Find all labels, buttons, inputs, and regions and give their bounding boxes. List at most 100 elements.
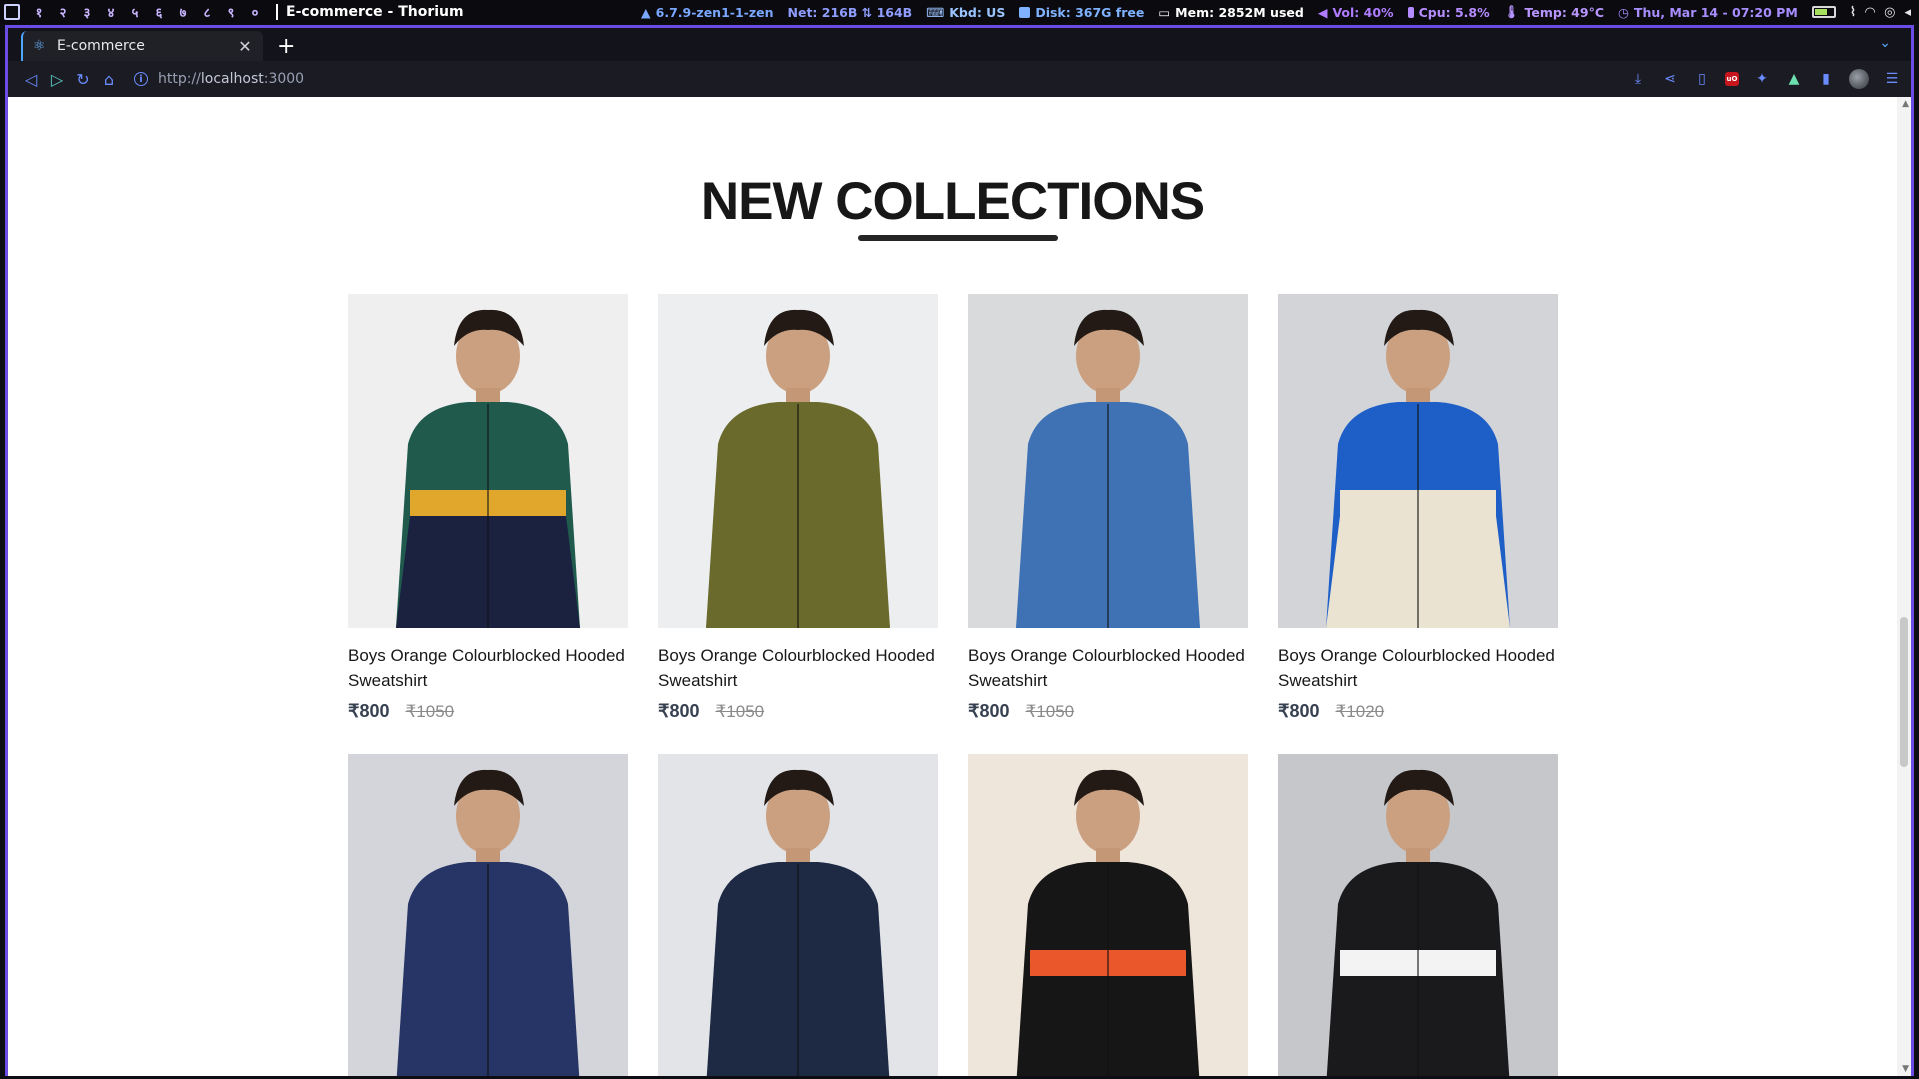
kid-figure-illustration — [396, 309, 580, 628]
tab-strip: ⚛ E-commerce ✕ + ⌄ — [8, 28, 1911, 61]
kernel-stat: ▲ 6.7.9-zen1-1-zen — [641, 5, 773, 20]
home-icon[interactable]: ⌂ — [96, 66, 122, 92]
active-window-title: E-commerce - Thorium — [286, 4, 464, 20]
product-image[interactable] — [348, 294, 628, 628]
workspace-3[interactable]: ३ — [80, 3, 94, 21]
side-panel-icon[interactable]: ▮ — [1817, 70, 1835, 88]
kbd-label: Kbd: US — [949, 4, 1006, 20]
bell-muted-icon[interactable]: ◎ — [1884, 5, 1895, 20]
kid-figure-illustration — [706, 769, 890, 1076]
ublock-origin-icon[interactable]: uO — [1725, 72, 1739, 86]
product-image[interactable] — [658, 754, 938, 1076]
product-card[interactable]: Boys Orange Colourblocked Hooded Sweatsh… — [968, 294, 1248, 722]
product-name[interactable]: Boys Orange Colourblocked Hooded Sweatsh… — [348, 643, 628, 693]
old-price: ₹1050 — [715, 702, 765, 721]
system-tray: ⌇ ◠ ◎ ◂ — [1850, 5, 1911, 20]
workspace-5[interactable]: ५ — [128, 3, 142, 21]
scroll-down-icon[interactable]: ▼ — [1902, 1064, 1909, 1074]
product-card[interactable]: Boys Orange Colourblocked Hooded Sweatsh… — [1278, 294, 1558, 722]
navigation-toolbar: ◁ ▷ ↻ ⌂ i http://localhost:3000 ⤓ ⋖ ▯ uO… — [8, 61, 1911, 97]
paperclip-icon[interactable]: ⌇ — [1850, 5, 1856, 20]
menu-icon[interactable]: ☰ — [1883, 70, 1901, 88]
product-card[interactable]: Boys Orange Colourblocked Hooded Sweatsh… — [348, 294, 628, 722]
datetime-label: Thu, Mar 14 - 07:20 PM — [1633, 4, 1798, 20]
workspace-4[interactable]: ४ — [104, 3, 118, 21]
close-tab-icon[interactable]: ✕ — [237, 37, 253, 56]
address-bar[interactable]: i http://localhost:3000 — [134, 71, 304, 87]
arch-icon: ▲ — [641, 4, 651, 20]
clock-icon: ◷ — [1618, 4, 1629, 20]
product-prices: ₹800 ₹1050 — [968, 701, 1248, 722]
product-image[interactable] — [658, 294, 938, 628]
share-icon[interactable]: ⋖ — [1661, 70, 1679, 88]
product-prices: ₹800 ₹1020 — [1278, 701, 1558, 722]
product-card[interactable] — [968, 754, 1248, 1076]
product-grid: Boys Orange Colourblocked Hooded Sweatsh… — [348, 294, 1562, 1076]
old-price: ₹1050 — [405, 702, 455, 721]
page-viewport: NEW COLLECTIONS Boys Orange Colourblocke… — [8, 97, 1911, 1076]
product-name[interactable]: Boys Orange Colourblocked Hooded Sweatsh… — [658, 643, 938, 693]
product-name[interactable]: Boys Orange Colourblocked Hooded Sweatsh… — [968, 643, 1248, 693]
workspace-8[interactable]: ८ — [200, 3, 214, 21]
bookmark-icon[interactable]: ▯ — [1693, 70, 1711, 88]
volume-icon: ◀ — [1317, 4, 1328, 20]
workspace-6[interactable]: ६ — [152, 3, 166, 21]
disk-icon — [1019, 6, 1031, 18]
product-card[interactable]: Boys Orange Colourblocked Hooded Sweatsh… — [658, 294, 938, 722]
workspace-1[interactable]: १ — [32, 3, 46, 21]
tab-list-chevron-icon[interactable]: ⌄ — [1879, 35, 1891, 51]
clock-stat[interactable]: ◷ Thu, Mar 14 - 07:20 PM — [1618, 5, 1798, 20]
workspace-2[interactable]: २ — [56, 3, 70, 21]
scrollbar-thumb[interactable] — [1900, 617, 1908, 767]
product-image[interactable] — [348, 754, 628, 1076]
product-name[interactable]: Boys Orange Colourblocked Hooded Sweatsh… — [1278, 643, 1558, 693]
workspace-7[interactable]: ७ — [176, 3, 190, 21]
battery-icon[interactable] — [1811, 6, 1836, 18]
kid-figure-illustration — [396, 769, 580, 1076]
wifi-icon[interactable]: ◠ — [1865, 5, 1875, 20]
scroll-up-icon[interactable]: ▲ — [1902, 99, 1909, 109]
url-text: http://localhost:3000 — [158, 71, 304, 87]
mem-label: Mem: 2852M used — [1175, 4, 1304, 20]
mem-stat: ▭ Mem: 2852M used — [1158, 5, 1303, 20]
cpu-icon — [1407, 6, 1414, 18]
product-image[interactable] — [968, 754, 1248, 1076]
new-price: ₹800 — [658, 701, 700, 721]
flask-icon[interactable]: ▲ — [1785, 70, 1803, 88]
disk-label: Disk: 367G free — [1035, 4, 1145, 20]
product-image[interactable] — [1278, 754, 1558, 1076]
kid-figure-illustration — [1016, 309, 1200, 628]
tab-label: E-commerce — [57, 38, 145, 54]
product-image[interactable] — [1278, 294, 1558, 628]
product-card[interactable] — [348, 754, 628, 1076]
kid-figure-illustration — [1016, 769, 1200, 1076]
speaker-icon[interactable]: ◂ — [1904, 5, 1911, 20]
product-prices: ₹800 ₹1050 — [658, 701, 938, 722]
kid-figure-illustration — [1326, 309, 1510, 628]
page-scrollbar[interactable]: ▲ ▼ — [1897, 97, 1911, 1076]
tab-ecommerce[interactable]: ⚛ E-commerce ✕ — [21, 31, 263, 61]
new-tab-button[interactable]: + — [277, 31, 295, 61]
product-card[interactable] — [658, 754, 938, 1076]
vol-stat[interactable]: ◀ Vol: 40% — [1318, 5, 1394, 20]
profile-avatar[interactable] — [1849, 69, 1869, 89]
install-app-icon[interactable]: ⤓ — [1629, 70, 1647, 88]
forward-icon[interactable]: ▷ — [44, 66, 70, 92]
back-icon[interactable]: ◁ — [18, 66, 44, 92]
old-price: ₹1050 — [1025, 702, 1075, 721]
react-favicon-icon: ⚛ — [33, 38, 46, 54]
new-price: ₹800 — [968, 701, 1010, 721]
workspace-9[interactable]: ९ — [224, 3, 238, 21]
extensions-puzzle-icon[interactable]: ✦ — [1753, 70, 1771, 88]
system-status-bar: १ २ ३ ४ ५ ६ ७ ८ ९ ० E-commerce - Thorium… — [0, 0, 1919, 24]
new-price: ₹800 — [1278, 701, 1320, 721]
layout-icon[interactable] — [4, 4, 20, 20]
site-info-icon[interactable]: i — [134, 72, 148, 86]
product-card[interactable] — [1278, 754, 1558, 1076]
kid-figure-illustration — [1326, 769, 1510, 1076]
product-image[interactable] — [968, 294, 1248, 628]
kbd-stat: ⌨ Kbd: US — [926, 5, 1005, 20]
workspace-10[interactable]: ० — [248, 3, 262, 21]
disk-stat: Disk: 367G free — [1019, 5, 1144, 20]
reload-icon[interactable]: ↻ — [70, 66, 96, 92]
